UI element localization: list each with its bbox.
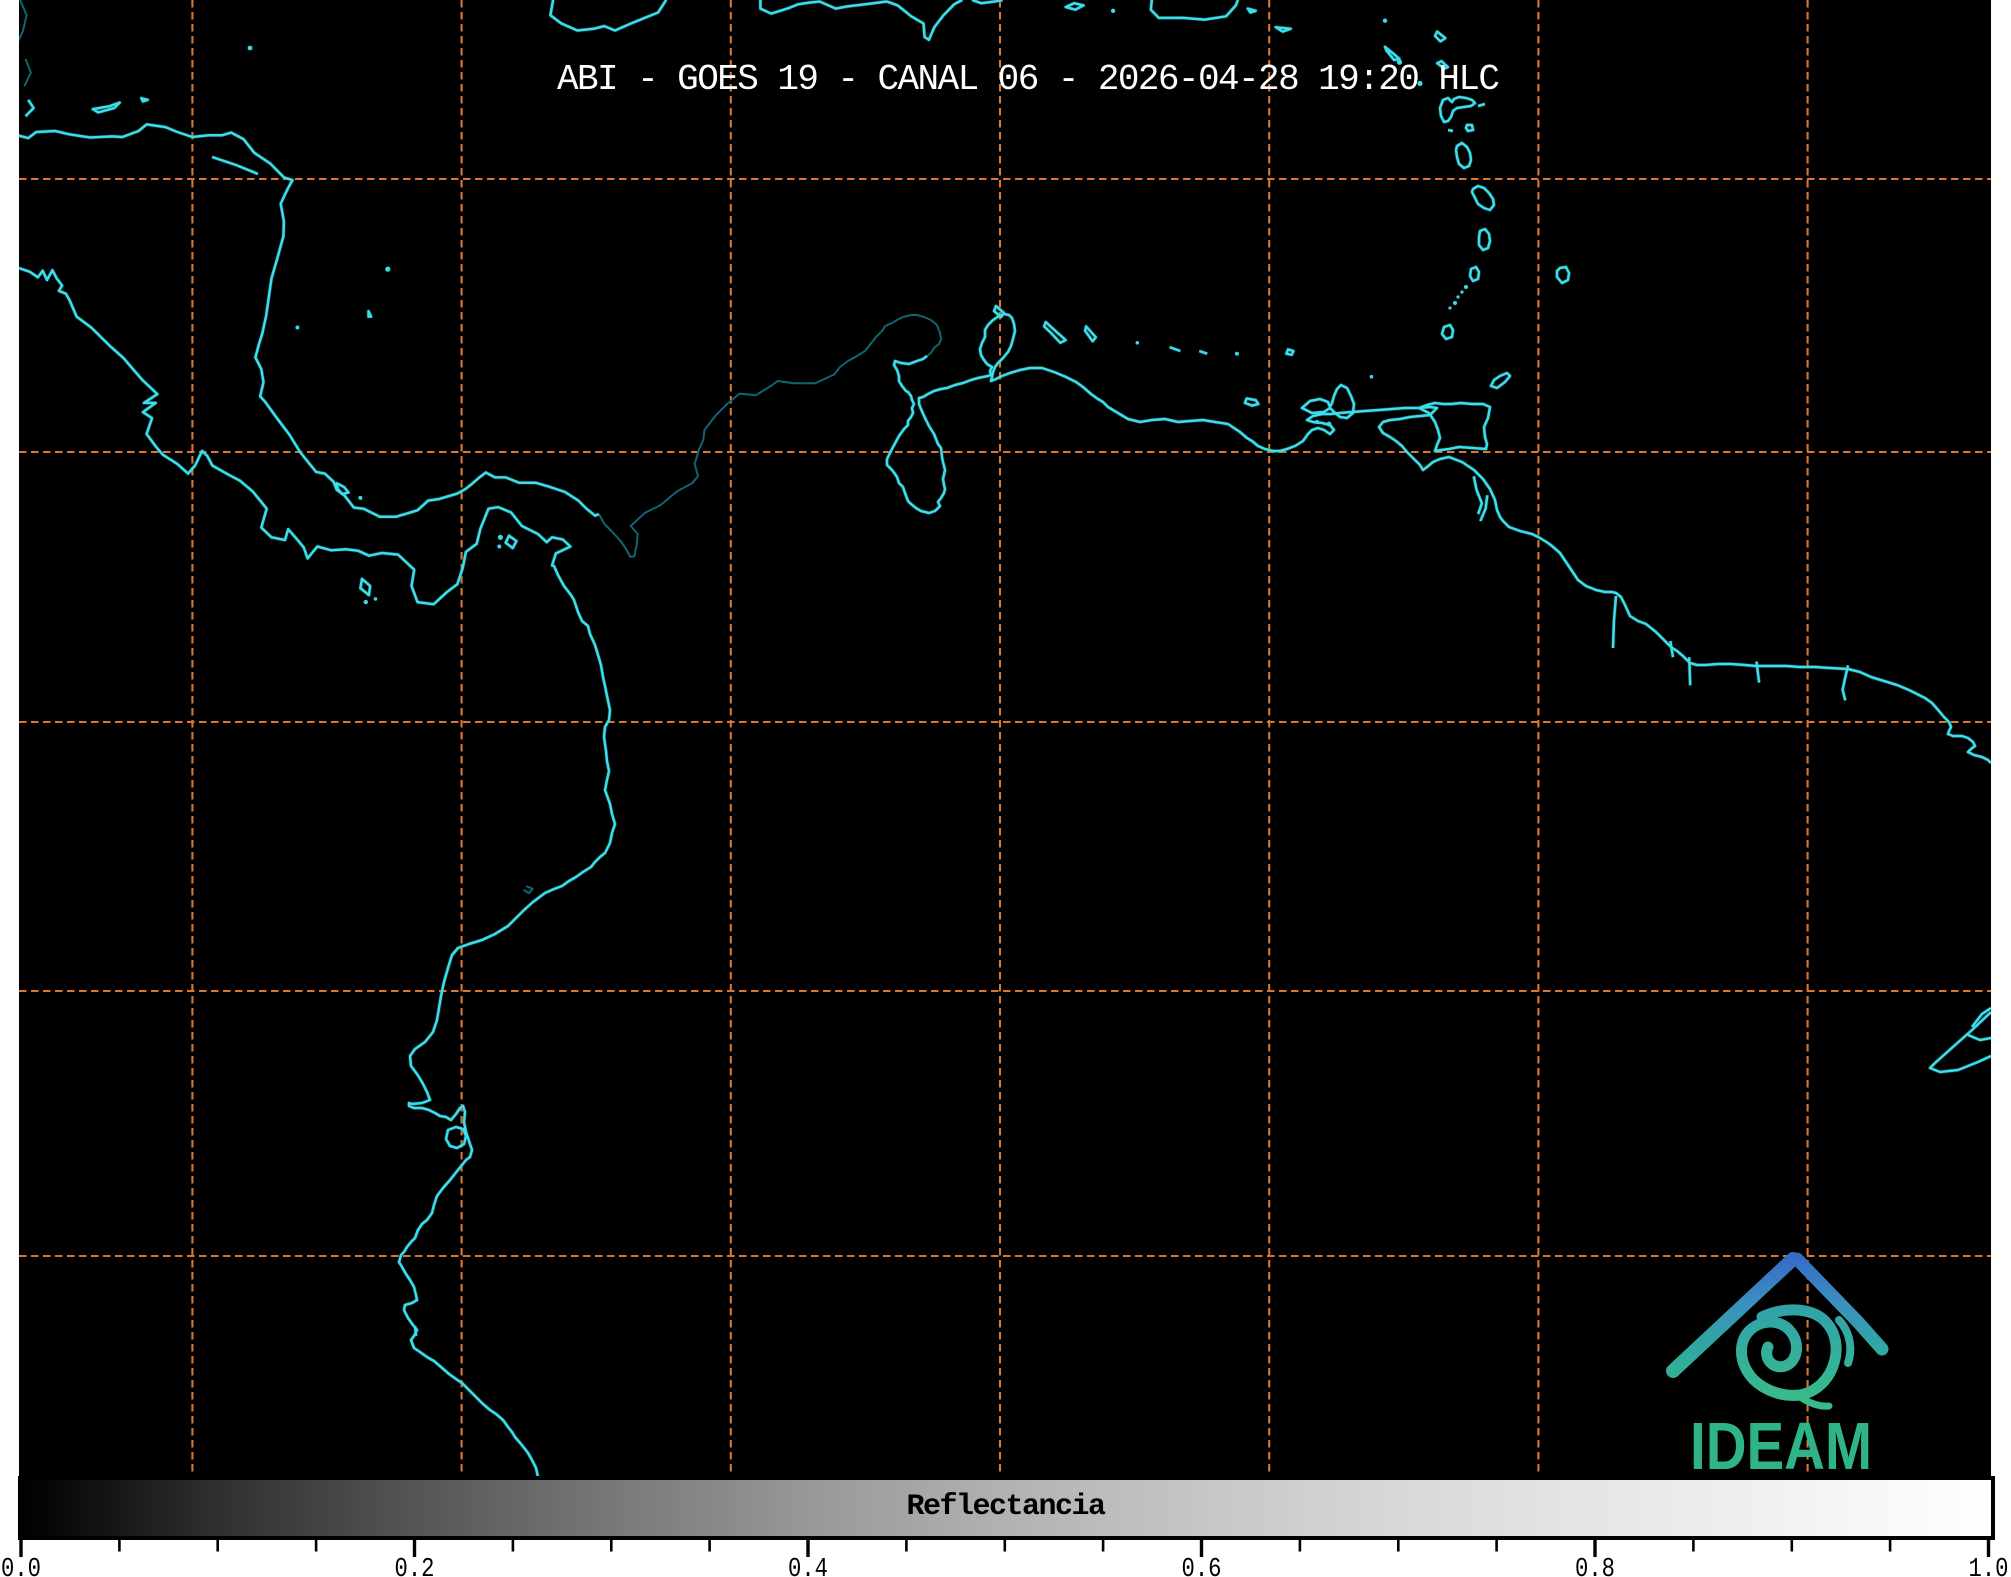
svg-text:0.0: 0.0	[1, 1555, 41, 1577]
svg-text:0.4: 0.4	[788, 1555, 828, 1577]
svg-text:0.8: 0.8	[1575, 1555, 1615, 1577]
svg-text:0.6: 0.6	[1182, 1555, 1222, 1577]
svg-text:IDEAM: IDEAM	[1690, 1409, 1872, 1484]
svg-text:0.2: 0.2	[395, 1555, 435, 1577]
svg-text:1.0: 1.0	[1969, 1555, 2009, 1577]
svg-text:ABI - GOES 19 - CANAL 06 - 202: ABI - GOES 19 - CANAL 06 - 2026-04-28 19…	[557, 59, 1500, 100]
